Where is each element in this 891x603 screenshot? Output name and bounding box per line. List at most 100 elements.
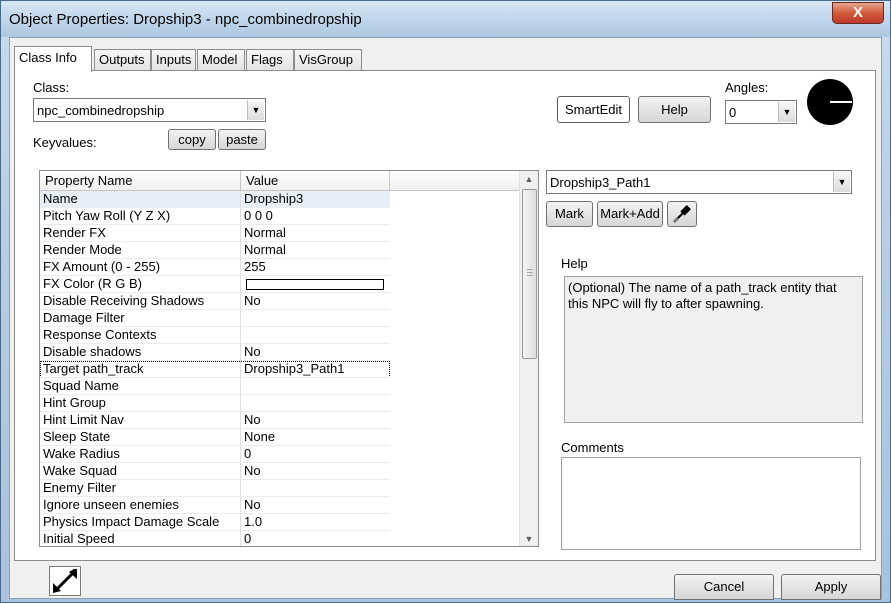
property-value xyxy=(241,378,390,395)
angles-dropdown[interactable]: 0 ▼ xyxy=(725,100,797,124)
property-name: Sleep State xyxy=(40,429,241,446)
scroll-thumb[interactable]: ─ ─ ─ xyxy=(522,189,537,359)
property-name: Wake Squad xyxy=(40,463,241,480)
property-name: Name xyxy=(40,191,241,208)
property-name: Target path_track xyxy=(40,361,241,378)
table-row[interactable]: Render FX Normal xyxy=(40,225,390,242)
property-name: Pitch Yaw Roll (Y Z X) xyxy=(40,208,241,225)
table-row[interactable]: Initial Speed 0 xyxy=(40,531,390,546)
property-value xyxy=(241,310,390,327)
scroll-up-icon[interactable]: ▲ xyxy=(520,171,538,188)
property-value: 255 xyxy=(241,259,390,276)
property-name: Disable Receiving Shadows xyxy=(40,293,241,310)
angles-dropdown-value: 0 xyxy=(729,105,737,120)
property-value: 1.0 xyxy=(241,514,390,531)
apply-button[interactable]: Apply xyxy=(781,574,881,600)
title-bar[interactable]: Object Properties: Dropship3 - npc_combi… xyxy=(1,1,890,37)
property-value xyxy=(241,480,390,497)
table-row[interactable]: Damage Filter xyxy=(40,310,390,327)
table-row[interactable]: Physics Impact Damage Scale 1.0 xyxy=(40,514,390,531)
value-dropdown-value: Dropship3_Path1 xyxy=(550,175,651,190)
tab-visgroup[interactable]: VisGroup xyxy=(294,49,362,70)
object-properties-window: Object Properties: Dropship3 - npc_combi… xyxy=(0,0,891,603)
eyedropper-icon xyxy=(672,205,691,224)
keyvalues-grid[interactable]: Property Name Value Name Dropship3 Pitch … xyxy=(39,170,539,547)
property-value: Normal xyxy=(241,242,390,259)
mark-button[interactable]: Mark xyxy=(546,201,593,227)
pick-entity-button[interactable] xyxy=(49,566,81,596)
table-row[interactable]: Disable shadows No xyxy=(40,344,390,361)
value-dropdown[interactable]: Dropship3_Path1 ▼ xyxy=(546,170,852,194)
tab-class-info[interactable]: Class Info xyxy=(14,46,92,72)
class-dropdown[interactable]: npc_combinedropship ▼ xyxy=(33,98,266,122)
property-value: No xyxy=(241,344,390,361)
table-row[interactable]: Wake Squad No xyxy=(40,463,390,480)
scroll-down-icon[interactable]: ▼ xyxy=(520,531,538,546)
column-header-property-name[interactable]: Property Name xyxy=(40,171,241,191)
property-name: FX Color (R G B) xyxy=(40,276,241,293)
property-name: Render FX xyxy=(40,225,241,242)
property-name: Wake Radius xyxy=(40,446,241,463)
chevron-down-icon[interactable]: ▼ xyxy=(778,102,795,122)
help-text-box: (Optional) The name of a path_track enti… xyxy=(564,276,863,423)
color-swatch[interactable] xyxy=(246,279,384,290)
table-row[interactable]: Name Dropship3 xyxy=(40,191,390,208)
table-row[interactable]: Target path_track Dropship3_Path1 xyxy=(40,361,390,378)
angles-label: Angles: xyxy=(725,80,769,95)
chevron-down-icon[interactable]: ▼ xyxy=(833,172,850,192)
property-value: Dropship3 xyxy=(241,191,390,208)
property-value: No xyxy=(241,463,390,480)
table-row[interactable]: Render Mode Normal xyxy=(40,242,390,259)
close-button[interactable]: X xyxy=(832,2,884,24)
table-row[interactable]: FX Color (R G B) xyxy=(40,276,390,293)
property-name: Initial Speed xyxy=(40,531,241,546)
property-value xyxy=(241,395,390,412)
property-value xyxy=(241,327,390,344)
tab-inputs[interactable]: Inputs xyxy=(151,49,196,70)
grid-header: Property Name Value xyxy=(40,171,520,191)
table-row[interactable]: FX Amount (0 - 255) 255 xyxy=(40,259,390,276)
dialog-client: Class Info Outputs Inputs Model Flags Vi… xyxy=(9,37,882,600)
property-value: Normal xyxy=(241,225,390,242)
property-value: 0 xyxy=(241,446,390,463)
property-value: No xyxy=(241,497,390,514)
table-row[interactable]: Disable Receiving Shadows No xyxy=(40,293,390,310)
property-value: 0 0 0 xyxy=(241,208,390,225)
window-title: Object Properties: Dropship3 - npc_combi… xyxy=(9,11,362,28)
copy-button[interactable]: copy xyxy=(168,129,216,150)
column-header-value[interactable]: Value xyxy=(241,171,390,191)
paste-button[interactable]: paste xyxy=(218,129,266,150)
smartedit-button[interactable]: SmartEdit xyxy=(557,96,630,123)
property-name: Ignore unseen enemies xyxy=(40,497,241,514)
table-row[interactable]: Hint Group xyxy=(40,395,390,412)
table-row[interactable]: Ignore unseen enemies No xyxy=(40,497,390,514)
class-label: Class: xyxy=(33,80,70,95)
chevron-down-icon[interactable]: ▼ xyxy=(247,100,264,120)
property-name: Damage Filter xyxy=(40,310,241,327)
comments-textarea[interactable] xyxy=(561,457,861,550)
property-value: Dropship3_Path1 xyxy=(241,361,390,378)
property-value: No xyxy=(241,412,390,429)
grid-scrollbar[interactable]: ▲ ─ ─ ─ ▼ xyxy=(519,171,538,546)
table-row[interactable]: Squad Name xyxy=(40,378,390,395)
eyedropper-button[interactable] xyxy=(667,201,697,227)
property-value xyxy=(241,276,390,293)
class-info-panel: Class: npc_combinedropship ▼ Keyvalues: … xyxy=(14,70,876,561)
mark-add-button[interactable]: Mark+Add xyxy=(597,201,663,227)
tab-flags[interactable]: Flags xyxy=(246,49,294,70)
property-name: Response Contexts xyxy=(40,327,241,344)
help-button[interactable]: Help xyxy=(638,96,711,123)
table-row[interactable]: Enemy Filter xyxy=(40,480,390,497)
tab-outputs[interactable]: Outputs xyxy=(94,49,151,70)
table-row[interactable]: Hint Limit Nav No xyxy=(40,412,390,429)
property-name: FX Amount (0 - 255) xyxy=(40,259,241,276)
angle-dial-icon[interactable] xyxy=(805,77,855,127)
table-row[interactable]: Sleep State None xyxy=(40,429,390,446)
tab-model[interactable]: Model xyxy=(197,49,245,70)
table-row[interactable]: Wake Radius 0 xyxy=(40,446,390,463)
column-header-blank xyxy=(390,171,520,191)
table-row[interactable]: Pitch Yaw Roll (Y Z X) 0 0 0 xyxy=(40,208,390,225)
cancel-button[interactable]: Cancel xyxy=(674,574,774,600)
diagonal-arrow-icon xyxy=(53,569,77,593)
table-row[interactable]: Response Contexts xyxy=(40,327,390,344)
